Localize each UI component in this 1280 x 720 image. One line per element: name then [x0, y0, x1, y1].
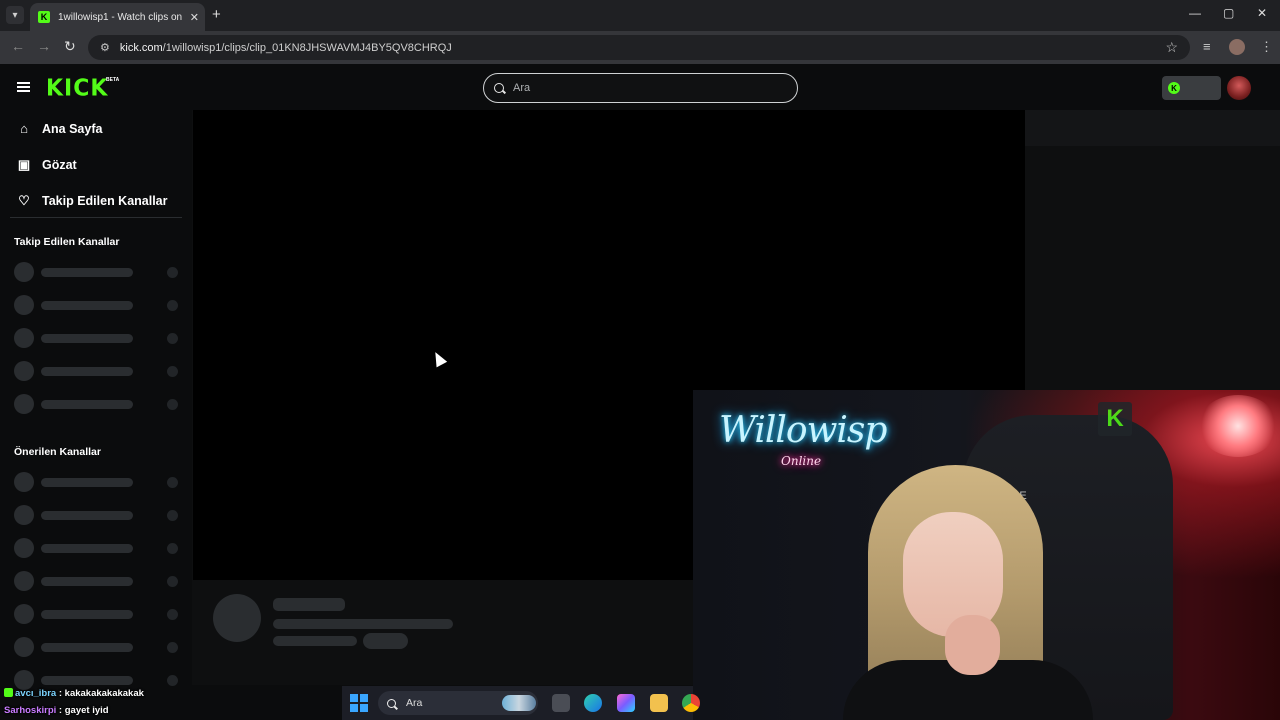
lamp-light — [1198, 395, 1278, 457]
sidebar-item-browse[interactable]: ▣ Gözat — [17, 157, 77, 173]
channel-skeleton — [14, 472, 180, 492]
sidebar-item-following[interactable]: ♡ Takip Edilen Kanallar — [17, 193, 168, 209]
subtitle-skeleton — [273, 619, 453, 629]
browser-profile-avatar[interactable] — [1229, 39, 1245, 55]
windows-taskbar: Ara — [342, 686, 700, 720]
browser-tab-active[interactable]: K 1willowisp1 - Watch clips on Kick ✕ — [30, 3, 205, 31]
streamer-hand — [945, 615, 1000, 675]
channel-skeleton — [14, 394, 180, 414]
back-arrow-icon[interactable]: ← — [11, 38, 25, 54]
kick-logo[interactable]: KICK — [46, 75, 108, 101]
browser-tabstrip: ▾ K 1willowisp1 - Watch clips on Kick ✕ … — [0, 0, 1280, 31]
address-bar[interactable]: ⚙ kick.com/1willowisp1/clips/clip_01KN8J… — [88, 35, 1190, 60]
forward-arrow-icon[interactable]: → — [37, 38, 51, 54]
maximize-button[interactable]: ▢ — [1223, 6, 1234, 20]
channel-skeleton — [14, 571, 180, 591]
webcam-overlay: VE K Willowisp Online — [693, 390, 1280, 720]
search-icon — [494, 83, 504, 93]
sidebar-item-label: Gözat — [42, 158, 77, 172]
neon-sign-sub: Online — [781, 454, 822, 468]
kick-favicon-icon: K — [38, 11, 50, 23]
search-highlight-icon — [502, 695, 536, 711]
home-icon: ⌂ — [20, 121, 28, 136]
windows-start-icon[interactable] — [350, 694, 368, 712]
beta-badge: BETA — [106, 77, 120, 83]
sidebar-item-home[interactable]: ⌂ Ana Sayfa — [17, 121, 102, 136]
kick-badge-icon: K — [1168, 82, 1180, 94]
site-header: KICK BETA Ara K — [0, 64, 1280, 110]
task-view-icon[interactable] — [552, 694, 570, 712]
followed-channels-heading: Takip Edilen Kanallar — [14, 236, 120, 248]
channel-skeleton — [14, 604, 180, 624]
chat-panel-header — [1025, 110, 1280, 146]
recommended-channels-heading: Önerilen Kanallar — [14, 446, 101, 458]
neon-sign: Willowisp — [719, 410, 887, 451]
reload-icon[interactable]: ↻ — [64, 38, 76, 55]
edge-browser-icon[interactable] — [584, 694, 602, 712]
channel-skeleton — [14, 361, 180, 381]
search-icon — [387, 698, 396, 708]
chrome-icon[interactable] — [682, 694, 700, 712]
browse-icon: ▣ — [17, 157, 31, 172]
sidebar: ⌂ Ana Sayfa ▣ Gözat ♡ Takip Edilen Kanal… — [0, 110, 192, 690]
search-input[interactable]: Ara — [483, 73, 798, 103]
sub-badge-icon — [4, 688, 13, 697]
browser-menu-icon[interactable]: ⋮ — [1260, 39, 1273, 55]
sidebar-divider — [10, 217, 182, 218]
new-tab-button[interactable]: + — [212, 6, 221, 24]
kick-wall-logo-icon: K — [1098, 402, 1132, 436]
file-explorer-icon[interactable] — [650, 694, 668, 712]
tab-close-icon[interactable]: ✕ — [190, 11, 199, 24]
tag-skeleton — [363, 633, 408, 649]
meta-skeleton — [273, 636, 357, 646]
sidebar-item-label: Ana Sayfa — [42, 121, 103, 136]
channel-skeleton — [14, 295, 180, 315]
user-avatar[interactable] — [1227, 76, 1251, 100]
channel-skeleton — [14, 637, 180, 657]
streamer-avatar-skeleton — [213, 594, 261, 642]
minimize-button[interactable]: — — [1189, 6, 1201, 20]
media-control-icon[interactable]: ≡ — [1203, 39, 1211, 54]
chat-message: Sarhoskirpi : gayet iyid — [4, 705, 109, 716]
channel-skeleton — [14, 505, 180, 525]
channel-skeleton — [14, 262, 180, 282]
heart-icon: ♡ — [18, 193, 30, 208]
sidebar-item-label: Takip Edilen Kanallar — [42, 194, 168, 208]
chat-message: avcı_ibra : kakakakakakakak — [4, 688, 144, 699]
hamburger-menu-icon[interactable] — [17, 82, 30, 92]
bookmark-star-icon[interactable]: ☆ — [1165, 39, 1178, 56]
close-window-button[interactable]: ✕ — [1257, 6, 1267, 20]
browser-toolbar: ← → ↻ ⚙ kick.com/1willowisp1/clips/clip_… — [0, 31, 1280, 64]
channel-skeleton — [14, 538, 180, 558]
stream-chat-overlay: avcı_ibra : kakakakakakakak Sarhoskirpi … — [0, 686, 340, 720]
tab-search-button[interactable]: ▾ — [6, 6, 24, 24]
site-settings-icon[interactable]: ⚙ — [100, 41, 110, 54]
title-skeleton — [273, 598, 345, 611]
account-button[interactable]: K — [1162, 76, 1221, 100]
url-text: kick.com/1willowisp1/clips/clip_01KN8JHS… — [119, 41, 452, 54]
channel-skeleton — [14, 328, 180, 348]
search-placeholder: Ara — [513, 82, 531, 94]
tab-title: 1willowisp1 - Watch clips on Kick — [58, 11, 184, 23]
copilot-icon[interactable] — [617, 694, 635, 712]
